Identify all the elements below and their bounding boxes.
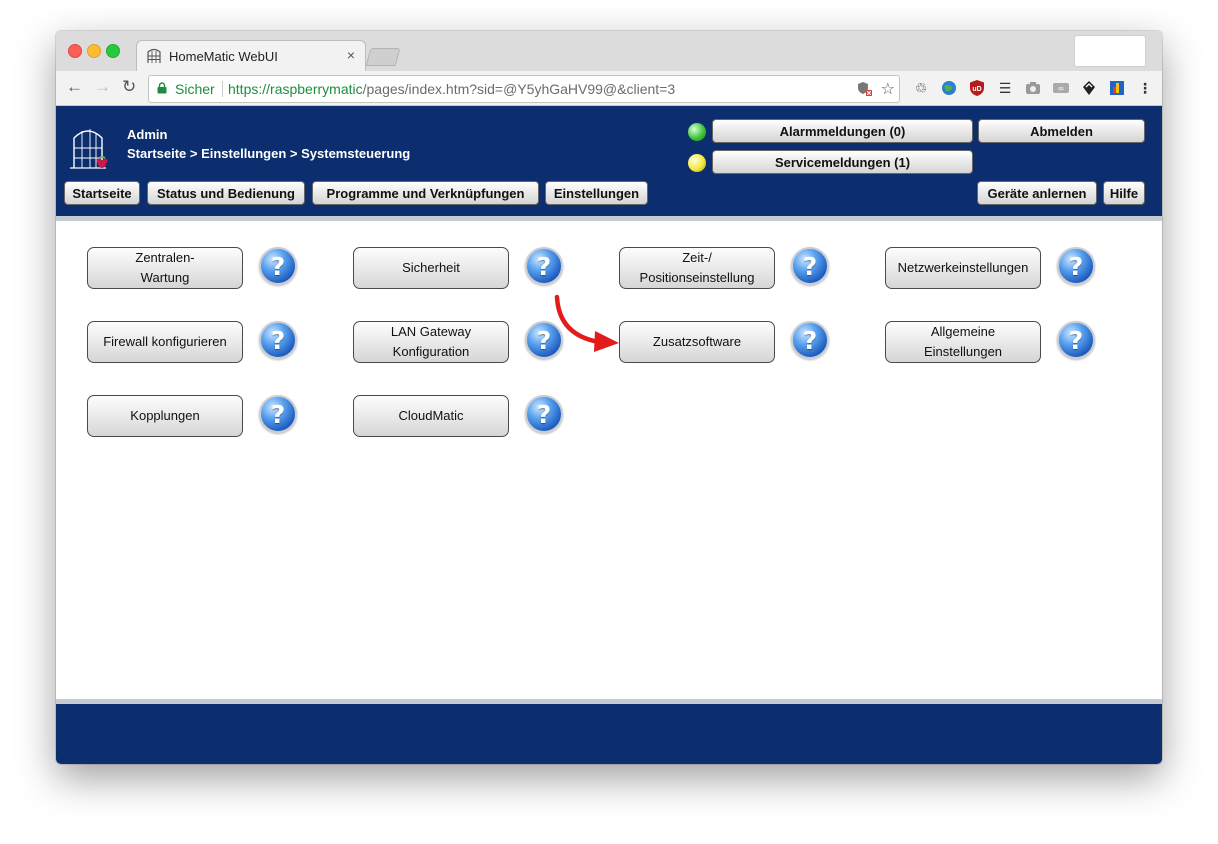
profile-area[interactable] — [1074, 35, 1146, 67]
nav-home-button[interactable]: Startseite — [64, 181, 140, 205]
tab-title: HomeMatic WebUI — [169, 49, 278, 64]
diamond-pin-icon[interactable] — [1080, 79, 1098, 97]
tile-label: Sicherheit — [402, 260, 460, 275]
help-nav-button[interactable]: Hilfe — [1103, 181, 1145, 205]
nav-programs-button[interactable]: Programme und Verknüpfungen — [312, 181, 539, 205]
tab-strip: HomeMatic WebUI × — [56, 31, 1162, 72]
recycle-icon[interactable]: ♲ — [912, 79, 930, 97]
tile-label: Zeit-/ Positionseinstellung — [639, 250, 755, 285]
address-bar-icons: ☆ — [857, 79, 895, 99]
more-menu-icon[interactable]: ⋮ — [1136, 79, 1154, 97]
homematic-favicon-icon — [147, 48, 161, 63]
star-bookmark-icon[interactable]: ☆ — [881, 79, 895, 99]
tile-firewall[interactable]: Firewall konfigurieren — [87, 321, 243, 363]
tile-lan-gateway[interactable]: LAN Gateway Konfiguration — [353, 321, 509, 363]
tile-security[interactable]: Sicherheit — [353, 247, 509, 289]
tile-label: Allgemeine Einstellungen — [923, 324, 1003, 359]
colored-extension-icon[interactable] — [1108, 79, 1126, 97]
help-icon[interactable]: ? — [1057, 321, 1095, 359]
help-icon[interactable]: ? — [791, 247, 829, 285]
svg-text:uD: uD — [972, 86, 981, 93]
browser-window: HomeMatic WebUI × ← → ↻ Sicher https://r… — [56, 31, 1162, 764]
homematic-header: Admin Startseite > Einstellungen > Syste… — [56, 106, 1162, 216]
tile-label: Firewall konfigurieren — [103, 334, 227, 349]
teach-in-devices-button[interactable]: Geräte anlernen — [977, 181, 1097, 205]
camera-icon[interactable] — [1024, 79, 1042, 97]
tile-cloudmatic[interactable]: CloudMatic — [353, 395, 509, 437]
homematic-footer — [56, 704, 1162, 764]
tile-label: Zentralen- Wartung — [135, 250, 195, 285]
reload-icon[interactable]: ↻ — [122, 77, 136, 97]
minimize-window-button[interactable] — [87, 44, 101, 58]
globe-extension-icon[interactable] — [940, 79, 958, 97]
menu-lines-icon[interactable]: ☰ — [996, 79, 1014, 97]
homematic-logo-icon — [70, 129, 108, 169]
help-icon[interactable]: ? — [259, 395, 297, 433]
alarm-status-led — [688, 123, 706, 141]
tile-label: CloudMatic — [398, 408, 464, 423]
url-path: /pages/index.htm?sid=@Y5yhGaHV99@&client… — [362, 81, 676, 97]
service-status-led — [688, 154, 706, 172]
url-scheme: https:// — [228, 81, 271, 97]
tile-time-position[interactable]: Zeit-/ Positionseinstellung — [619, 247, 775, 289]
address-separator — [222, 81, 223, 97]
tile-label: LAN Gateway Konfiguration — [390, 324, 472, 359]
alarm-messages-button[interactable]: Alarmmeldungen (0) — [712, 119, 973, 143]
forward-arrow-icon[interactable]: → — [94, 77, 111, 97]
back-arrow-icon[interactable]: ← — [66, 77, 83, 97]
tile-additional-software[interactable]: Zusatzsoftware — [619, 321, 775, 363]
url-host: raspberrymatic — [270, 81, 363, 97]
red-arrow-icon — [554, 294, 619, 352]
address-bar[interactable]: Sicher https://raspberrymatic/pages/inde… — [148, 75, 900, 103]
tile-label: Zusatzsoftware — [652, 334, 742, 349]
tile-general-settings[interactable]: Allgemeine Einstellungen — [885, 321, 1041, 363]
tile-central-maintenance[interactable]: Zentralen- Wartung — [87, 247, 243, 289]
tile-label: Netzwerkeinstellungen — [897, 260, 1029, 275]
nav-status-button[interactable]: Status und Bedienung — [147, 181, 305, 205]
maximize-window-button[interactable] — [106, 44, 120, 58]
tile-label: Kopplungen — [130, 408, 200, 423]
user-name: Admin — [127, 127, 168, 142]
breadcrumb: Startseite > Einstellungen > Systemsteue… — [127, 146, 411, 161]
help-icon[interactable]: ? — [259, 321, 297, 359]
help-icon[interactable]: ? — [1057, 247, 1095, 285]
url-text[interactable]: https://raspberrymatic/pages/index.htm?s… — [228, 81, 675, 97]
shield-blocked-icon[interactable] — [857, 81, 873, 97]
tile-network-settings[interactable]: Netzwerkeinstellungen — [885, 247, 1041, 289]
help-icon[interactable]: ? — [259, 247, 297, 285]
help-icon[interactable]: ? — [525, 247, 563, 285]
svg-text:∞: ∞ — [1058, 84, 1065, 93]
ublock-icon[interactable]: uD — [968, 79, 986, 97]
secure-label: Sicher — [175, 81, 215, 97]
logout-button[interactable]: Abmelden — [978, 119, 1145, 143]
close-window-button[interactable] — [68, 44, 82, 58]
browser-tab[interactable]: HomeMatic WebUI × — [136, 40, 366, 72]
lock-icon — [157, 82, 167, 94]
extension-icons: ♲ uD ☰ ∞ ⋮ — [912, 79, 1154, 97]
help-icon[interactable]: ? — [525, 395, 563, 433]
service-messages-button[interactable]: Servicemeldungen (1) — [712, 150, 973, 174]
browser-toolbar: ← → ↻ Sicher https://raspberrymatic/page… — [56, 71, 1162, 106]
new-tab-button[interactable] — [365, 48, 401, 66]
help-icon[interactable]: ? — [791, 321, 829, 359]
tile-couplings[interactable]: Kopplungen — [87, 395, 243, 437]
infinity-extension-icon[interactable]: ∞ — [1052, 79, 1070, 97]
nav-settings-button[interactable]: Einstellungen — [545, 181, 648, 205]
tab-close-icon[interactable]: × — [347, 47, 355, 63]
